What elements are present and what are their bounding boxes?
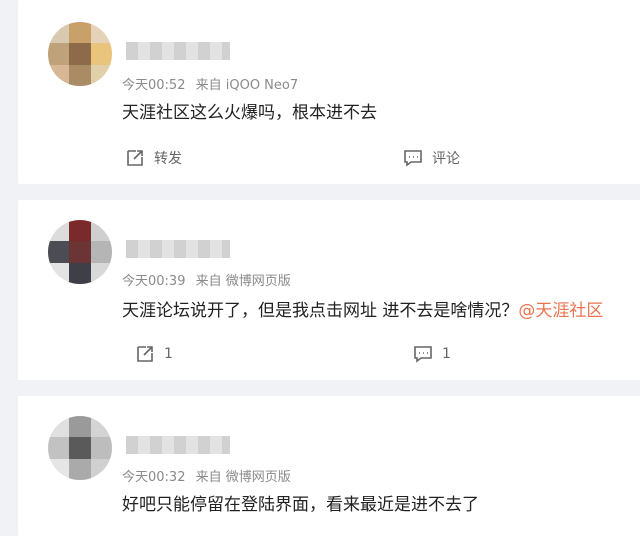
share-label: 转发 [154, 151, 182, 167]
comment-label: 评论 [432, 151, 460, 167]
avatar-mosaic-cell [48, 22, 71, 45]
share-icon [127, 150, 143, 166]
avatar-mosaic-cell [48, 43, 71, 66]
comment-icon [404, 150, 422, 167]
avatar-mosaic-cell [48, 220, 71, 243]
comment-button[interactable]: 1 [412, 343, 451, 365]
avatar-mosaic-cell [48, 241, 71, 264]
comment-card: 今天00:39 来自 微博网页版 天涯论坛说开了，但是我点击网址 进不去是啥情况… [18, 200, 640, 380]
comment-count: 1 [442, 346, 451, 362]
avatar-mosaic-cell [69, 458, 92, 480]
comment-time: 今天00:52 [122, 78, 186, 93]
comment-text-body: 好吧只能停留在登陆界面，看来最近是进不去了 [122, 495, 479, 515]
comment-time: 今天00:32 [122, 470, 186, 485]
username-blurred[interactable] [126, 42, 230, 60]
avatar-mosaic-cell [90, 262, 112, 284]
comment-time: 今天00:39 [122, 274, 186, 289]
comment-text: 好吧只能停留在登陆界面，看来最近是进不去了 [122, 490, 479, 515]
share-button[interactable]: 转发 [124, 147, 182, 169]
avatar-mosaic-cell [90, 43, 112, 66]
avatar-mosaic-cell [69, 241, 92, 264]
avatar[interactable] [48, 220, 112, 284]
share-icon [137, 346, 153, 362]
avatar-mosaic-cell [48, 437, 71, 460]
comment-text: 天涯论坛说开了，但是我点击网址 进不去是啥情况？@天涯社区 [122, 296, 603, 321]
avatar-mosaic-cell [48, 64, 71, 86]
comment-source: 来自 微博网页版 [195, 274, 291, 289]
share-button[interactable]: 1 [134, 343, 173, 365]
comment-source: 来自 微博网页版 [195, 470, 291, 485]
avatar[interactable] [48, 22, 112, 86]
username-blurred[interactable] [126, 436, 230, 454]
avatar-mosaic-cell [90, 220, 112, 243]
comment-meta: 今天00:32 来自 微博网页版 [122, 466, 297, 485]
avatar-mosaic-cell [90, 416, 112, 439]
avatar-mosaic-cell [90, 458, 112, 480]
avatar-mosaic-cell [90, 437, 112, 460]
avatar-mosaic-cell [69, 43, 92, 66]
comment-button[interactable]: 评论 [402, 147, 460, 169]
comment-text-body: 天涯社区这么火爆吗，根本进不去 [122, 103, 377, 123]
username-blurred[interactable] [126, 240, 230, 258]
avatar-mosaic-cell [90, 64, 112, 86]
comment-text: 天涯社区这么火爆吗，根本进不去 [122, 98, 377, 123]
avatar-mosaic-cell [48, 416, 71, 439]
comment-source: 来自 iQOO Neo7 [195, 78, 299, 93]
avatar-mosaic-cell [69, 437, 92, 460]
share-count: 1 [164, 346, 173, 362]
comment-card: 今天00:52 来自 iQOO Neo7 天涯社区这么火爆吗，根本进不去 转发 … [18, 0, 640, 184]
avatar[interactable] [48, 416, 112, 480]
comment-meta: 今天00:39 来自 微博网页版 [122, 270, 297, 289]
avatar-mosaic-cell [69, 64, 92, 86]
avatar-mosaic-cell [69, 220, 92, 243]
comment-icon [414, 346, 432, 363]
comment-text-body: 天涯论坛说开了，但是我点击网址 进不去是啥情况？ [122, 301, 519, 321]
avatar-mosaic-cell [48, 262, 71, 284]
mention-link[interactable]: @天涯社区 [518, 301, 603, 321]
comment-card: 今天00:32 来自 微博网页版 好吧只能停留在登陆界面，看来最近是进不去了 [18, 396, 640, 536]
avatar-mosaic-cell [69, 262, 92, 284]
avatar-mosaic-cell [69, 22, 92, 45]
comment-meta: 今天00:52 来自 iQOO Neo7 [122, 74, 304, 93]
avatar-mosaic-cell [90, 241, 112, 264]
avatar-mosaic-cell [69, 416, 92, 439]
avatar-mosaic-cell [48, 458, 71, 480]
avatar-mosaic-cell [90, 22, 112, 45]
